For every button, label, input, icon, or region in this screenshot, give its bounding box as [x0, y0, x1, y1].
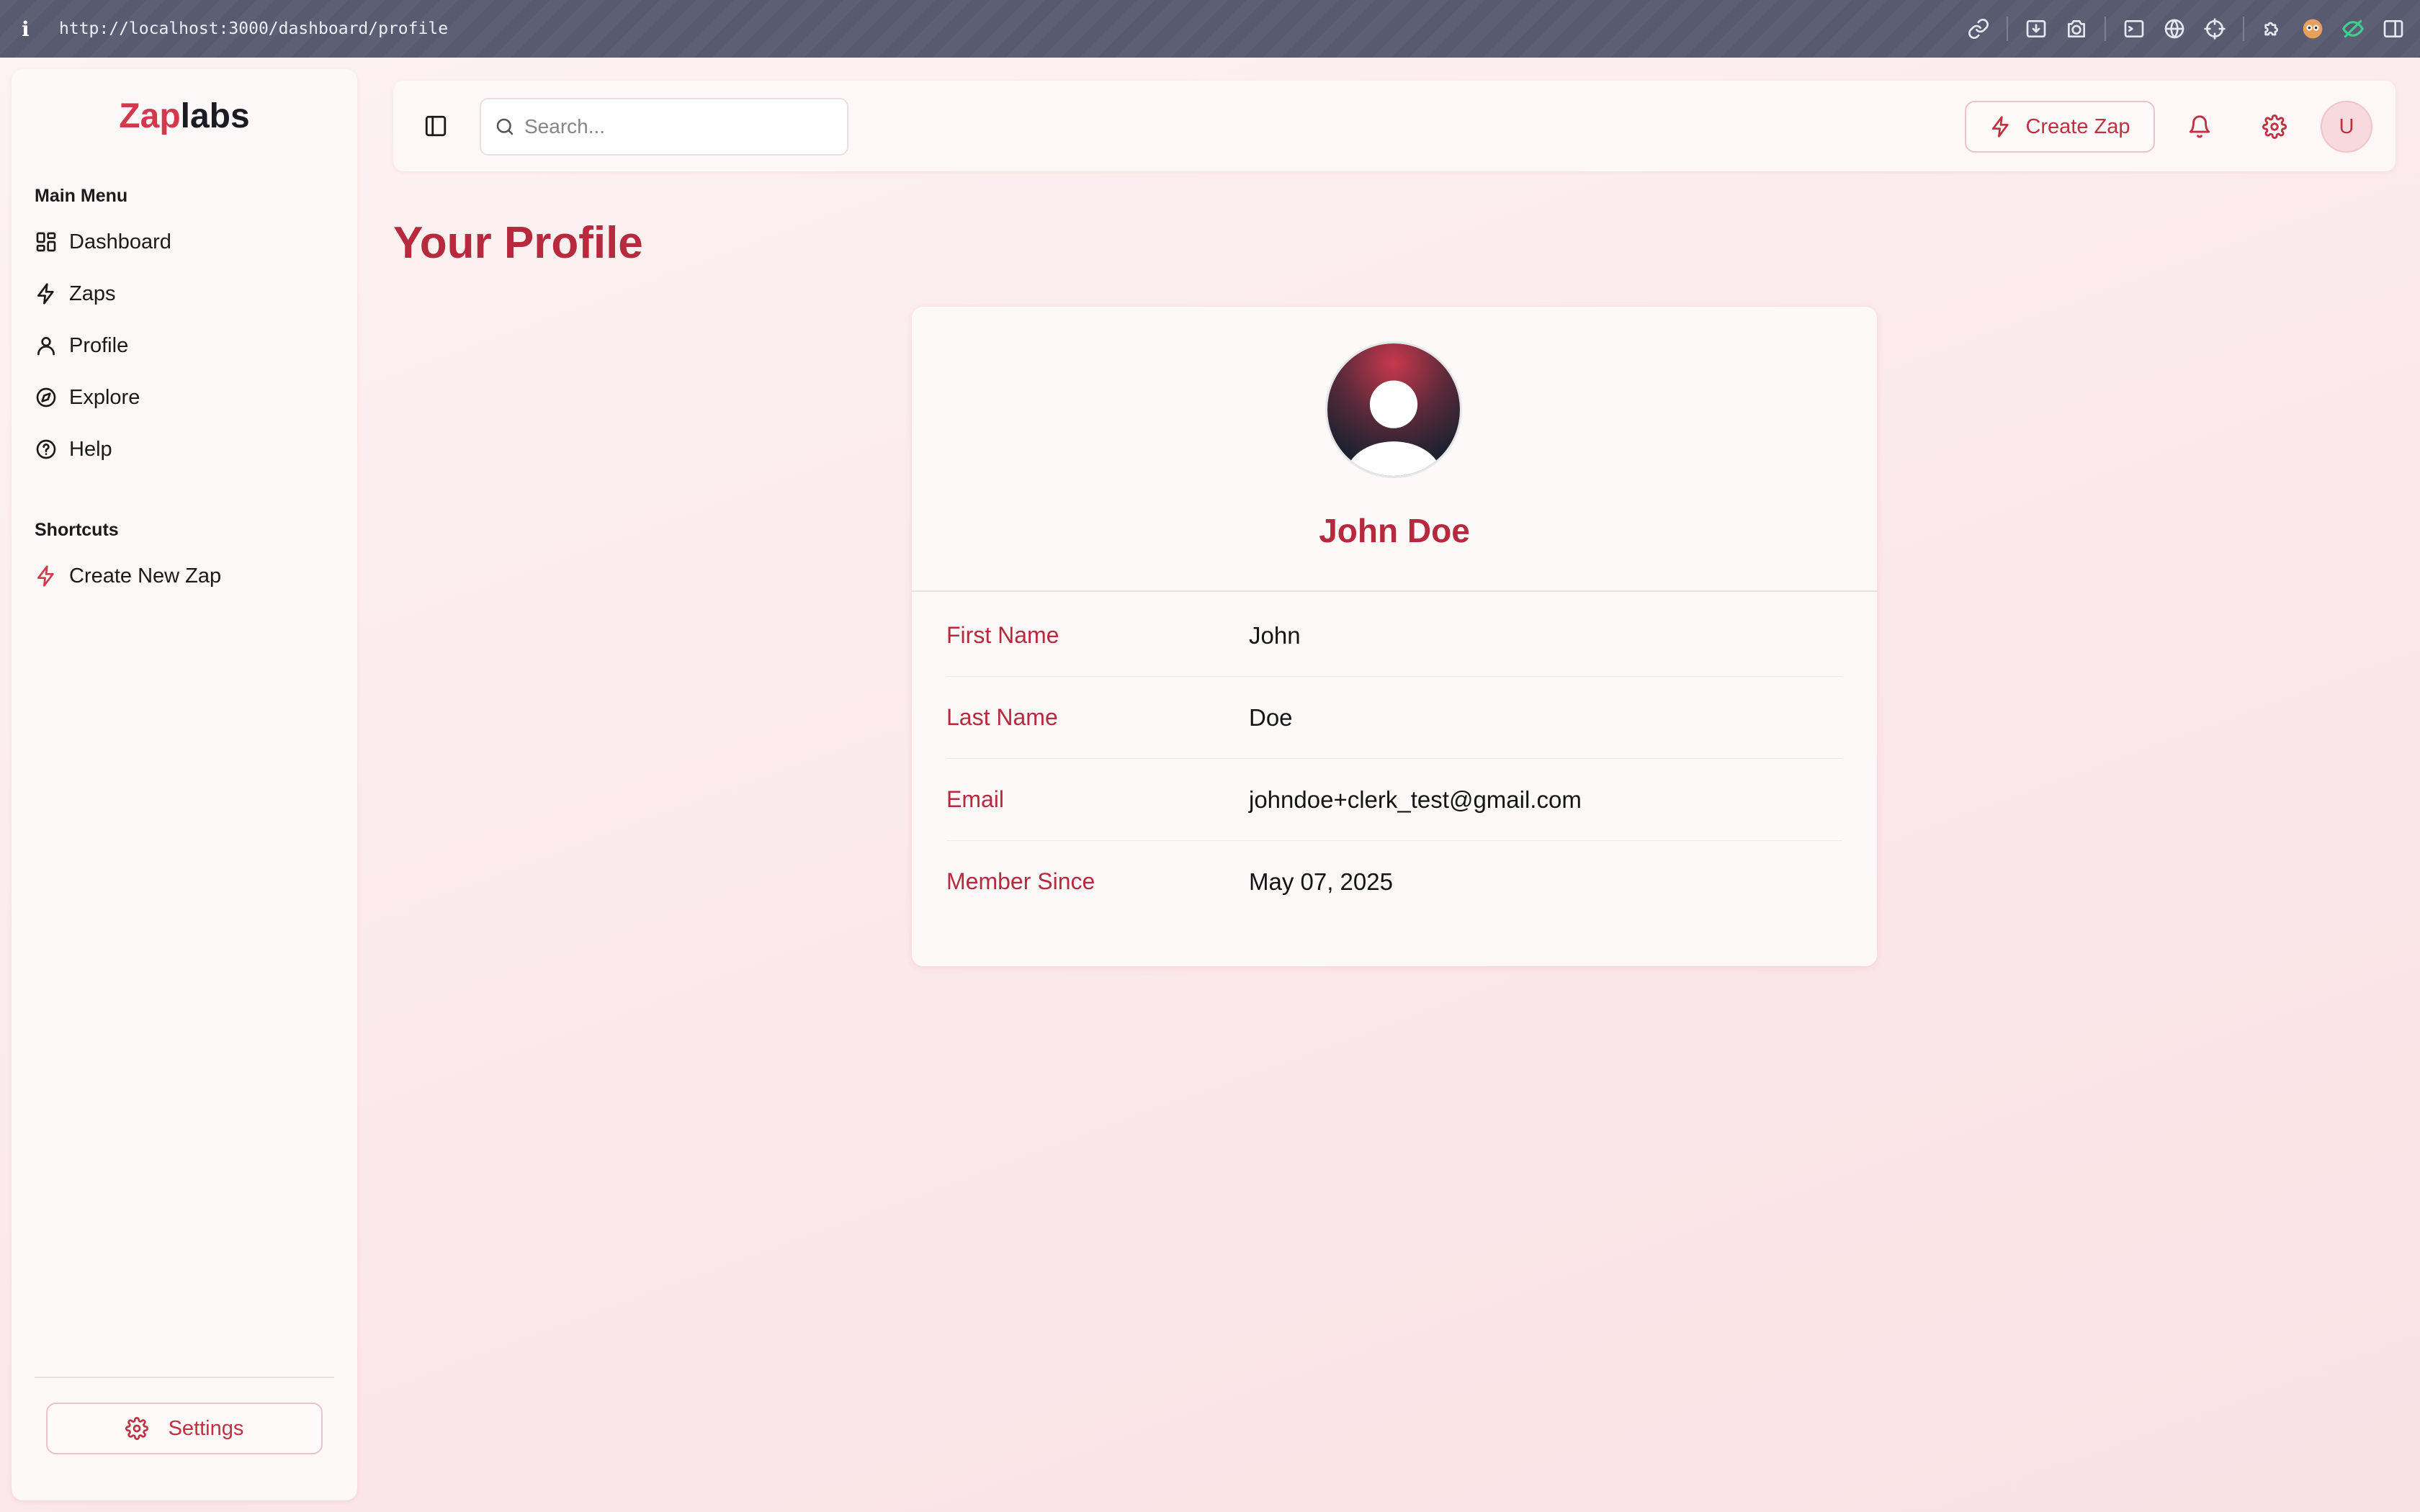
- zap-icon: [37, 565, 54, 587]
- help-circle-icon: [36, 439, 56, 459]
- camera-icon[interactable]: [2064, 17, 2089, 41]
- dashboard-icon: [36, 232, 56, 252]
- detail-row-last-name: Last Name Doe: [946, 677, 1842, 759]
- top-bar: Create Zap U: [393, 81, 2396, 171]
- search-bar[interactable]: [480, 98, 848, 156]
- first-name-value: John: [1249, 622, 1301, 649]
- link-icon[interactable]: [1966, 17, 1991, 41]
- gear-icon: [125, 1417, 148, 1440]
- extension-eye-icon[interactable]: [2341, 17, 2365, 41]
- address-bar[interactable]: http://localhost:3000/dashboard/profile: [59, 19, 448, 38]
- split-view-icon[interactable]: [2381, 17, 2406, 41]
- user-icon: [37, 337, 55, 356]
- shortcut-label: Create New Zap: [69, 564, 222, 588]
- detail-row-email: Email johndoe+clerk_test@gmail.com: [946, 759, 1842, 841]
- search-input[interactable]: [524, 115, 827, 138]
- detail-row-member-since: Member Since May 07, 2025: [946, 841, 1842, 923]
- globe-icon[interactable]: [2162, 17, 2187, 41]
- member-since-label: Member Since: [946, 868, 1095, 894]
- search-icon: [496, 118, 514, 135]
- profile-avatar: [1325, 341, 1462, 478]
- sidebar: Zaplabs Main Menu Dashboard Zaps Profile…: [12, 69, 357, 1500]
- email-value: johndoe+clerk_test@gmail.com: [1249, 786, 1582, 813]
- extension-face-icon[interactable]: [2300, 17, 2325, 41]
- profile-name: John Doe: [1319, 512, 1470, 549]
- settings-button[interactable]: Settings: [46, 1403, 323, 1454]
- create-zap-button[interactable]: Create Zap: [1965, 101, 2155, 153]
- sidebar-item-label: Explore: [69, 385, 140, 409]
- compass-icon: [36, 387, 56, 408]
- sidebar-item-zaps[interactable]: Zaps: [35, 274, 344, 314]
- screenshot-save-icon[interactable]: [2024, 17, 2048, 41]
- browser-toolbar: i http://localhost:3000/dashboard/profil…: [0, 0, 2420, 58]
- sidebar-item-label: Help: [69, 437, 112, 461]
- zap-icon: [37, 283, 54, 305]
- sidebar-toggle-button[interactable]: [422, 112, 449, 140]
- toolbar-separator: [2105, 17, 2106, 41]
- sidebar-item-label: Dashboard: [69, 230, 171, 253]
- detail-row-first-name: First Name John: [946, 595, 1842, 677]
- zap-icon: [1992, 116, 2009, 138]
- main-menu-title: Main Menu: [35, 186, 128, 206]
- settings-icon-button[interactable]: [2262, 114, 2287, 140]
- logo-zap-text: Zap: [119, 97, 181, 135]
- create-zap-label: Create Zap: [2025, 114, 2130, 138]
- user-avatar[interactable]: U: [2321, 101, 2372, 153]
- panel-left-icon: [425, 115, 447, 137]
- sidebar-item-label: Profile: [69, 333, 129, 357]
- page-title: Your Profile: [393, 218, 643, 268]
- last-name-value: Doe: [1249, 704, 1293, 731]
- bell-icon: [2189, 115, 2210, 138]
- email-label: Email: [946, 786, 1005, 812]
- settings-button-label: Settings: [168, 1416, 244, 1440]
- gear-icon: [2262, 114, 2287, 139]
- logo-labs-text: labs: [180, 97, 250, 135]
- sidebar-item-label: Zaps: [69, 282, 116, 305]
- profile-card: John Doe First Name John Last Name Doe E…: [912, 307, 1877, 966]
- last-name-label: Last Name: [946, 704, 1058, 730]
- browser-extension-icons: [1950, 0, 2406, 58]
- shortcuts-title: Shortcuts: [35, 520, 119, 540]
- member-since-value: May 07, 2025: [1249, 868, 1393, 895]
- sidebar-item-explore[interactable]: Explore: [35, 377, 344, 418]
- site-info-icon[interactable]: i: [22, 17, 42, 41]
- notifications-button[interactable]: [2187, 114, 2213, 140]
- toolbar-separator: [2007, 17, 2008, 41]
- shortcut-create-new-zap[interactable]: Create New Zap: [35, 556, 344, 596]
- app-logo[interactable]: Zaplabs: [12, 96, 357, 136]
- sidebar-item-help[interactable]: Help: [35, 429, 344, 469]
- sidebar-item-profile[interactable]: Profile: [35, 325, 344, 366]
- toolbar-separator: [2243, 17, 2244, 41]
- profile-photo-icon: [1327, 343, 1460, 476]
- sidebar-divider: [35, 1377, 334, 1378]
- crosshair-icon[interactable]: [2202, 17, 2227, 41]
- card-divider: [912, 590, 1877, 592]
- sidebar-item-dashboard[interactable]: Dashboard: [35, 222, 344, 262]
- puzzle-icon[interactable]: [2260, 17, 2285, 41]
- first-name-label: First Name: [946, 622, 1059, 648]
- terminal-icon[interactable]: [2122, 17, 2146, 41]
